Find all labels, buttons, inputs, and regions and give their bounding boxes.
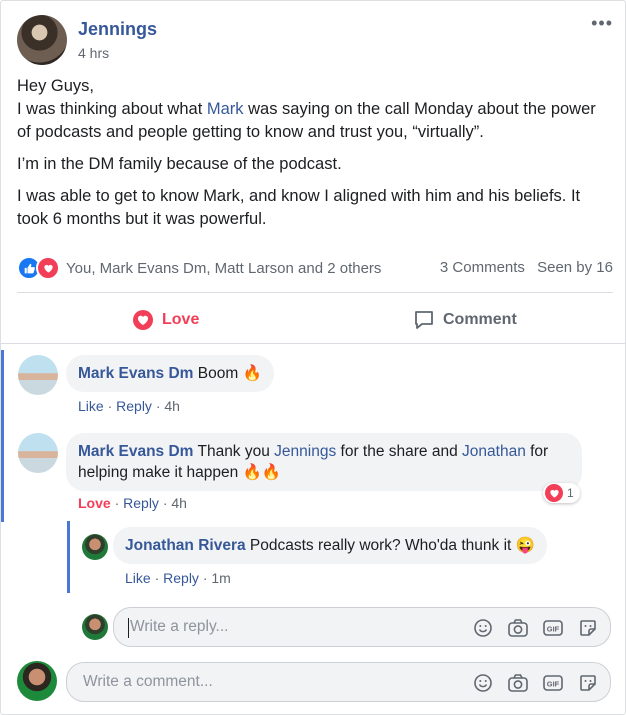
commenter-avatar[interactable] <box>18 433 58 473</box>
love-reaction-icon <box>36 256 60 280</box>
comment-text: for the share and <box>336 443 463 460</box>
love-button[interactable]: Love <box>132 307 199 333</box>
post-timestamp[interactable]: 4 hrs <box>78 45 109 61</box>
love-label: Love <box>162 311 200 328</box>
comment-author[interactable]: Mark Evans Dm <box>78 443 193 460</box>
comment-text: Boom <box>193 365 243 382</box>
post-paragraph-2: I’m in the DM family because of the podc… <box>17 155 342 173</box>
divider <box>1 343 625 344</box>
emoji-icon[interactable] <box>471 671 495 695</box>
reply-link[interactable]: Reply <box>116 398 152 414</box>
post-paragraph-1: Hey Guys, I was thinking about what Mark… <box>17 75 613 144</box>
camera-icon[interactable] <box>506 616 530 640</box>
svg-text:GIF: GIF <box>547 625 560 634</box>
comment-reaction-badge[interactable]: 1 <box>543 483 580 503</box>
comment-label: Comment <box>443 311 517 328</box>
svg-text:GIF: GIF <box>547 680 560 689</box>
comment-time[interactable]: 4h <box>164 398 180 414</box>
replier-avatar[interactable] <box>82 534 108 560</box>
reactions-summary[interactable]: You, Mark Evans Dm, Matt Larson and 2 ot… <box>17 256 381 280</box>
camera-icon[interactable] <box>506 671 530 695</box>
reply-thread-bar <box>67 521 70 593</box>
love-icon <box>132 309 154 331</box>
gif-icon[interactable]: GIF <box>541 671 565 695</box>
post-body: Hey Guys, I was thinking about what Mark… <box>17 75 613 240</box>
comment-bubble: Mark Evans Dm Thank you Jennings for the… <box>66 433 582 491</box>
love-link[interactable]: Love <box>78 495 111 511</box>
mention-jennings[interactable]: Jennings <box>274 443 336 460</box>
commenter-avatar[interactable] <box>18 355 58 395</box>
comment-bubble: Mark Evans Dm Boom 🔥 <box>66 355 274 392</box>
current-user-avatar[interactable] <box>17 661 57 701</box>
post-card: Jennings 4 hrs ••• Hey Guys, I was think… <box>0 0 626 715</box>
winking-tongue-emoji: 😜 <box>515 537 535 554</box>
author-avatar[interactable] <box>17 15 67 65</box>
comment-author[interactable]: Mark Evans Dm <box>78 365 193 382</box>
reply-link[interactable]: Reply <box>123 495 159 511</box>
comment-meta: Love · Reply · 4h <box>78 495 187 511</box>
comment-button[interactable]: Comment <box>413 307 517 333</box>
love-reaction-icon <box>545 484 563 502</box>
more-options-icon[interactable]: ••• <box>591 13 613 34</box>
reply-input-icons: GIF <box>471 616 600 640</box>
sticker-icon[interactable] <box>576 671 600 695</box>
reaction-names[interactable]: You, Mark Evans Dm, Matt Larson and 2 ot… <box>66 260 381 277</box>
post-paragraph-3: I was able to get to know Mark, and know… <box>17 187 581 228</box>
fire-emoji: 🔥🔥 <box>242 464 282 481</box>
thread-highlight-bar <box>1 350 4 522</box>
mention-jonathan[interactable]: Jonathan <box>462 443 526 460</box>
comment-meta: Like · Reply · 4h <box>78 398 180 414</box>
current-user-avatar[interactable] <box>82 614 108 640</box>
reply-link[interactable]: Reply <box>163 570 199 586</box>
comments-count[interactable]: 3 Comments <box>440 259 525 276</box>
comment-input-icons: GIF <box>471 671 600 695</box>
comment-time[interactable]: 4h <box>171 495 187 511</box>
reply-text: Podcasts really work? Who'da thunk it <box>245 537 516 554</box>
reply-author[interactable]: Jonathan Rivera <box>125 537 246 554</box>
comment-icon <box>413 309 435 331</box>
gif-icon[interactable]: GIF <box>541 616 565 640</box>
fire-emoji: 🔥 <box>242 365 262 382</box>
reply-bubble: Jonathan Rivera Podcasts really work? Wh… <box>113 527 547 564</box>
engagement-counts: 3 Comments Seen by 16 <box>432 259 613 276</box>
reply-input[interactable] <box>128 617 452 637</box>
divider <box>17 292 613 293</box>
comment-text: Thank you <box>193 443 275 460</box>
like-link[interactable]: Like <box>78 398 104 414</box>
reply-input-box[interactable]: GIF <box>113 607 611 647</box>
reply-meta: Like · Reply · 1m <box>125 570 231 586</box>
reply-time[interactable]: 1m <box>211 570 230 586</box>
reaction-count: 1 <box>567 486 574 500</box>
seen-by[interactable]: Seen by 16 <box>537 259 613 276</box>
emoji-icon[interactable] <box>471 616 495 640</box>
author-name[interactable]: Jennings <box>78 19 157 40</box>
sticker-icon[interactable] <box>576 616 600 640</box>
comment-input[interactable] <box>81 672 405 692</box>
like-link[interactable]: Like <box>125 570 151 586</box>
post-text-segment: I was thinking about what <box>17 100 207 118</box>
comment-input-box[interactable]: GIF <box>66 662 611 702</box>
greeting: Hey Guys, <box>17 77 95 95</box>
mention-mark[interactable]: Mark <box>207 100 244 118</box>
